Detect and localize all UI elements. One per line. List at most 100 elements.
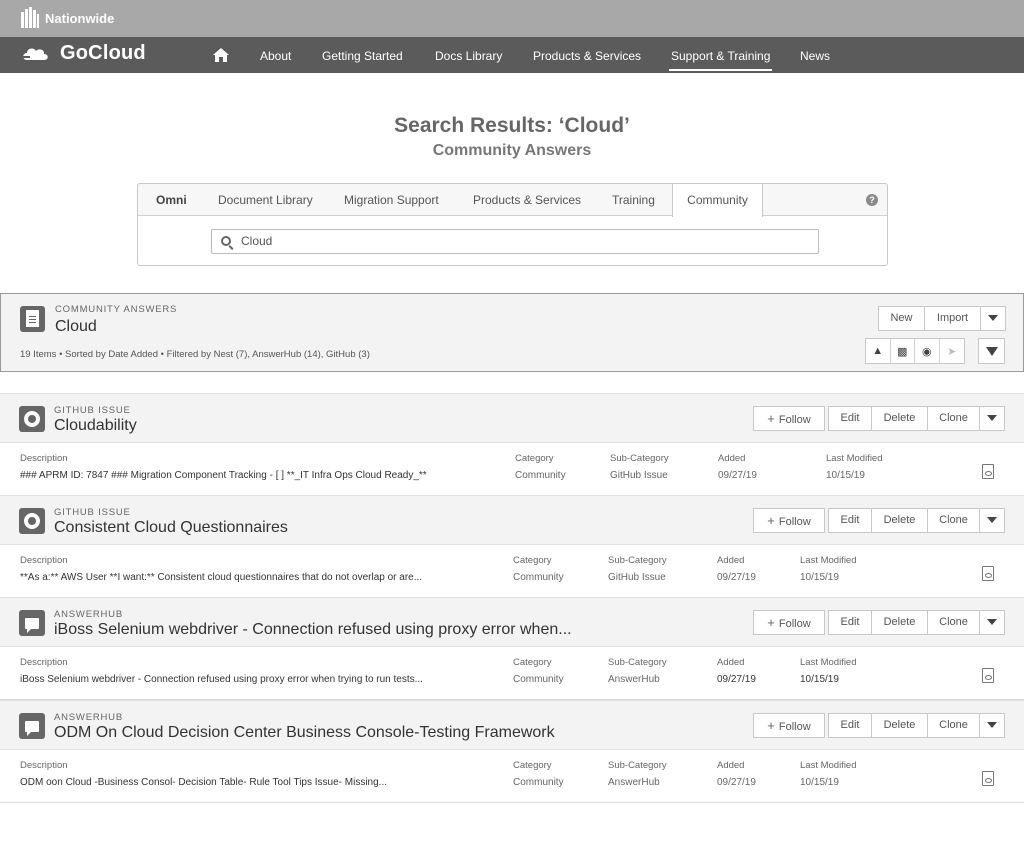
tab-document-library[interactable]: Document Library — [218, 184, 313, 216]
results-header: COMMUNITY ANSWERS Cloud 19 Items • Sorte… — [0, 293, 1024, 372]
tab-community[interactable]: Community — [672, 184, 763, 217]
brand-bar: Nationwide — [0, 0, 1024, 37]
result-title[interactable]: ODM On Cloud Decision Center Business Co… — [54, 724, 555, 742]
filter-icon[interactable] — [978, 338, 1005, 364]
subcategory-label: Sub-Category — [608, 555, 667, 566]
brand-name: Nationwide — [45, 10, 115, 26]
tab-migration-support[interactable]: Migration Support — [344, 184, 439, 216]
eagle-icon — [19, 6, 41, 30]
clone-button[interactable]: Clone — [927, 610, 980, 635]
modified-label: Last Modified — [826, 453, 883, 464]
result-card-header: GITHUB ISSUE Consistent Cloud Questionnai… — [0, 495, 1024, 545]
result-card-header: GITHUB ISSUE Cloudability + Follow Edit Delet… — [0, 393, 1024, 443]
edit-button[interactable]: Edit — [828, 610, 872, 635]
pdf-icon[interactable] — [982, 464, 994, 479]
subcategory-label: Sub-Category — [610, 453, 669, 464]
follow-button[interactable]: + Follow — [753, 406, 825, 431]
delete-button[interactable]: Delete — [871, 406, 928, 431]
results-meta: 19 Items • Sorted by Date Added • Filter… — [20, 349, 370, 360]
added-value: 09/27/19 — [717, 572, 756, 583]
help-icon[interactable]: ? — [866, 194, 878, 206]
more-dropdown[interactable] — [979, 713, 1005, 738]
nav-news[interactable]: News — [800, 37, 830, 73]
description-value: ODM oon Cloud -Business Consol- Decision… — [20, 777, 388, 788]
description-value: iBoss Selenium webdriver - Connection re… — [20, 674, 423, 685]
chevron-down-icon — [988, 315, 998, 322]
edit-button[interactable]: Edit — [828, 406, 872, 431]
delete-button[interactable]: Delete — [871, 610, 928, 635]
category-label: Category — [515, 453, 554, 464]
github-icon[interactable]: ◉ — [915, 339, 940, 363]
nav-getting-started[interactable]: Getting Started — [322, 37, 403, 73]
modified-label: Last Modified — [800, 555, 857, 566]
document-icon — [20, 306, 45, 332]
nav-docs-library[interactable]: Docs Library — [435, 37, 502, 73]
edit-button[interactable]: Edit — [828, 508, 872, 533]
edit-button[interactable]: Edit — [828, 713, 872, 738]
nav-products-services[interactable]: Products & Services — [533, 37, 641, 73]
import-button[interactable]: Import — [924, 306, 981, 331]
search-icon — [221, 236, 231, 246]
top-nav: GoCloud About Getting Started Docs Libra… — [0, 37, 1024, 73]
nav-about[interactable]: About — [260, 37, 291, 73]
results-kicker: COMMUNITY ANSWERS — [55, 304, 178, 315]
more-dropdown[interactable] — [979, 406, 1005, 431]
clone-button[interactable]: Clone — [927, 713, 980, 738]
pdf-icon[interactable] — [982, 771, 994, 786]
chat-icon — [19, 713, 45, 739]
result-card-header: ANSWERHUB ODM On Cloud Decision Center Bu… — [0, 700, 1024, 750]
nationwide-logo[interactable]: Nationwide — [19, 4, 114, 32]
plus-icon: + — [767, 513, 775, 528]
plus-icon: + — [767, 411, 775, 426]
subcategory-value: AnswerHub — [608, 777, 660, 788]
delete-button[interactable]: Delete — [871, 508, 928, 533]
new-button[interactable]: New — [878, 306, 925, 331]
added-label: Added — [717, 657, 745, 668]
category-value: Community — [515, 470, 566, 481]
category-label: Category — [513, 657, 552, 668]
added-value: 09/27/19 — [718, 470, 757, 481]
tab-training[interactable]: Training — [612, 184, 655, 216]
result-title[interactable]: Consistent Cloud Questionnaires — [54, 519, 288, 537]
added-label: Added — [718, 453, 746, 464]
follow-button[interactable]: + Follow — [753, 713, 825, 738]
rocket-icon[interactable]: ➤ — [940, 339, 964, 363]
category-label: Category — [513, 555, 552, 566]
subcategory-label: Sub-Category — [608, 760, 667, 771]
plus-icon: + — [767, 615, 775, 630]
clone-button[interactable]: Clone — [927, 406, 980, 431]
follow-button[interactable]: + Follow — [753, 610, 825, 635]
search-input[interactable]: Cloud — [211, 229, 819, 254]
description-label: Description — [20, 760, 68, 771]
answerhub-icon[interactable]: ▩ — [891, 339, 915, 363]
more-dropdown[interactable] — [979, 610, 1005, 635]
description-value: **As a:** AWS User **I want:** Consisten… — [20, 572, 423, 583]
clone-button[interactable]: Clone — [927, 508, 980, 533]
gocloud-logo[interactable]: GoCloud — [20, 42, 146, 65]
home-icon[interactable] — [213, 37, 229, 73]
pdf-icon[interactable] — [982, 668, 994, 683]
result-type: ANSWERHUB — [54, 712, 123, 723]
added-value: 09/27/19 — [717, 674, 756, 685]
delete-button[interactable]: Delete — [871, 713, 928, 738]
more-dropdown[interactable] — [979, 508, 1005, 533]
result-card-details: Description Category Sub-Category Added Last… — [0, 750, 1024, 803]
description-label: Description — [20, 555, 68, 566]
nest-icon[interactable]: ▲ — [866, 339, 891, 363]
site-name: GoCloud — [60, 42, 146, 64]
chevron-down-icon — [987, 415, 997, 422]
category-label: Category — [513, 760, 552, 771]
result-title[interactable]: iBoss Selenium webdriver - Connection re… — [54, 621, 572, 639]
category-value: Community — [513, 777, 564, 788]
modified-value: 10/15/19 — [800, 777, 839, 788]
follow-label: Follow — [778, 516, 811, 528]
tab-products-services[interactable]: Products & Services — [473, 184, 581, 216]
follow-button[interactable]: + Follow — [753, 508, 825, 533]
tab-omni[interactable]: Omni — [156, 184, 187, 216]
result-title[interactable]: Cloudability — [54, 417, 137, 435]
nav-support-training[interactable]: Support & Training — [668, 37, 773, 73]
category-value: Community — [513, 572, 564, 583]
pdf-icon[interactable] — [982, 566, 994, 581]
more-dropdown[interactable] — [980, 306, 1006, 331]
result-type: GITHUB ISSUE — [54, 405, 131, 416]
